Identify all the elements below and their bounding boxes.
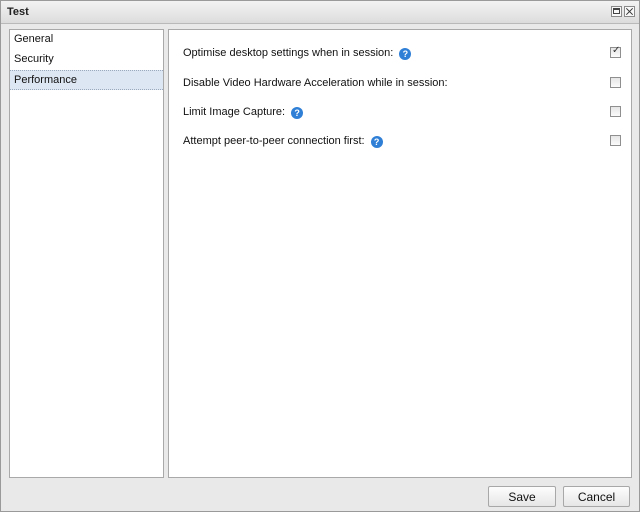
sidebar-item-performance[interactable]: Performance <box>10 70 163 90</box>
title-bar[interactable]: Test <box>1 1 639 24</box>
sidebar: General Security Performance <box>9 29 164 478</box>
setting-row-disable-video-acceleration: Disable Video Hardware Acceleration whil… <box>183 75 623 91</box>
close-icon[interactable] <box>624 6 635 17</box>
sidebar-item-general[interactable]: General <box>10 30 163 50</box>
cancel-button[interactable]: Cancel <box>563 486 630 507</box>
performance-panel: Optimise desktop settings when in sessio… <box>168 29 632 478</box>
maximize-icon[interactable] <box>611 6 622 17</box>
limit-image-capture-checkbox[interactable] <box>610 106 621 117</box>
setting-label-disable-video-acceleration: Disable Video Hardware Acceleration whil… <box>183 77 448 89</box>
disable-video-acceleration-checkbox[interactable] <box>610 77 621 88</box>
save-button[interactable]: Save <box>488 486 556 507</box>
optimise-desktop-checkbox[interactable] <box>610 45 621 58</box>
settings-dialog: Test General Security Performance Optimi… <box>0 0 640 512</box>
sidebar-item-security[interactable]: Security <box>10 50 163 70</box>
help-icon[interactable]: ? <box>399 48 412 60</box>
dialog-title: Test <box>7 6 29 18</box>
help-icon[interactable]: ? <box>291 107 304 119</box>
help-icon[interactable]: ? <box>370 136 383 148</box>
setting-row-peer-to-peer: Attempt peer-to-peer connection first:? <box>183 133 623 149</box>
setting-row-optimise-desktop: Optimise desktop settings when in sessio… <box>183 45 623 61</box>
setting-label-limit-image-capture: Limit Image Capture:? <box>183 104 304 120</box>
peer-to-peer-checkbox[interactable] <box>610 135 621 146</box>
setting-row-limit-image-capture: Limit Image Capture:? <box>183 104 623 120</box>
setting-label-optimise-desktop: Optimise desktop settings when in sessio… <box>183 45 412 61</box>
setting-label-peer-to-peer: Attempt peer-to-peer connection first:? <box>183 133 383 149</box>
